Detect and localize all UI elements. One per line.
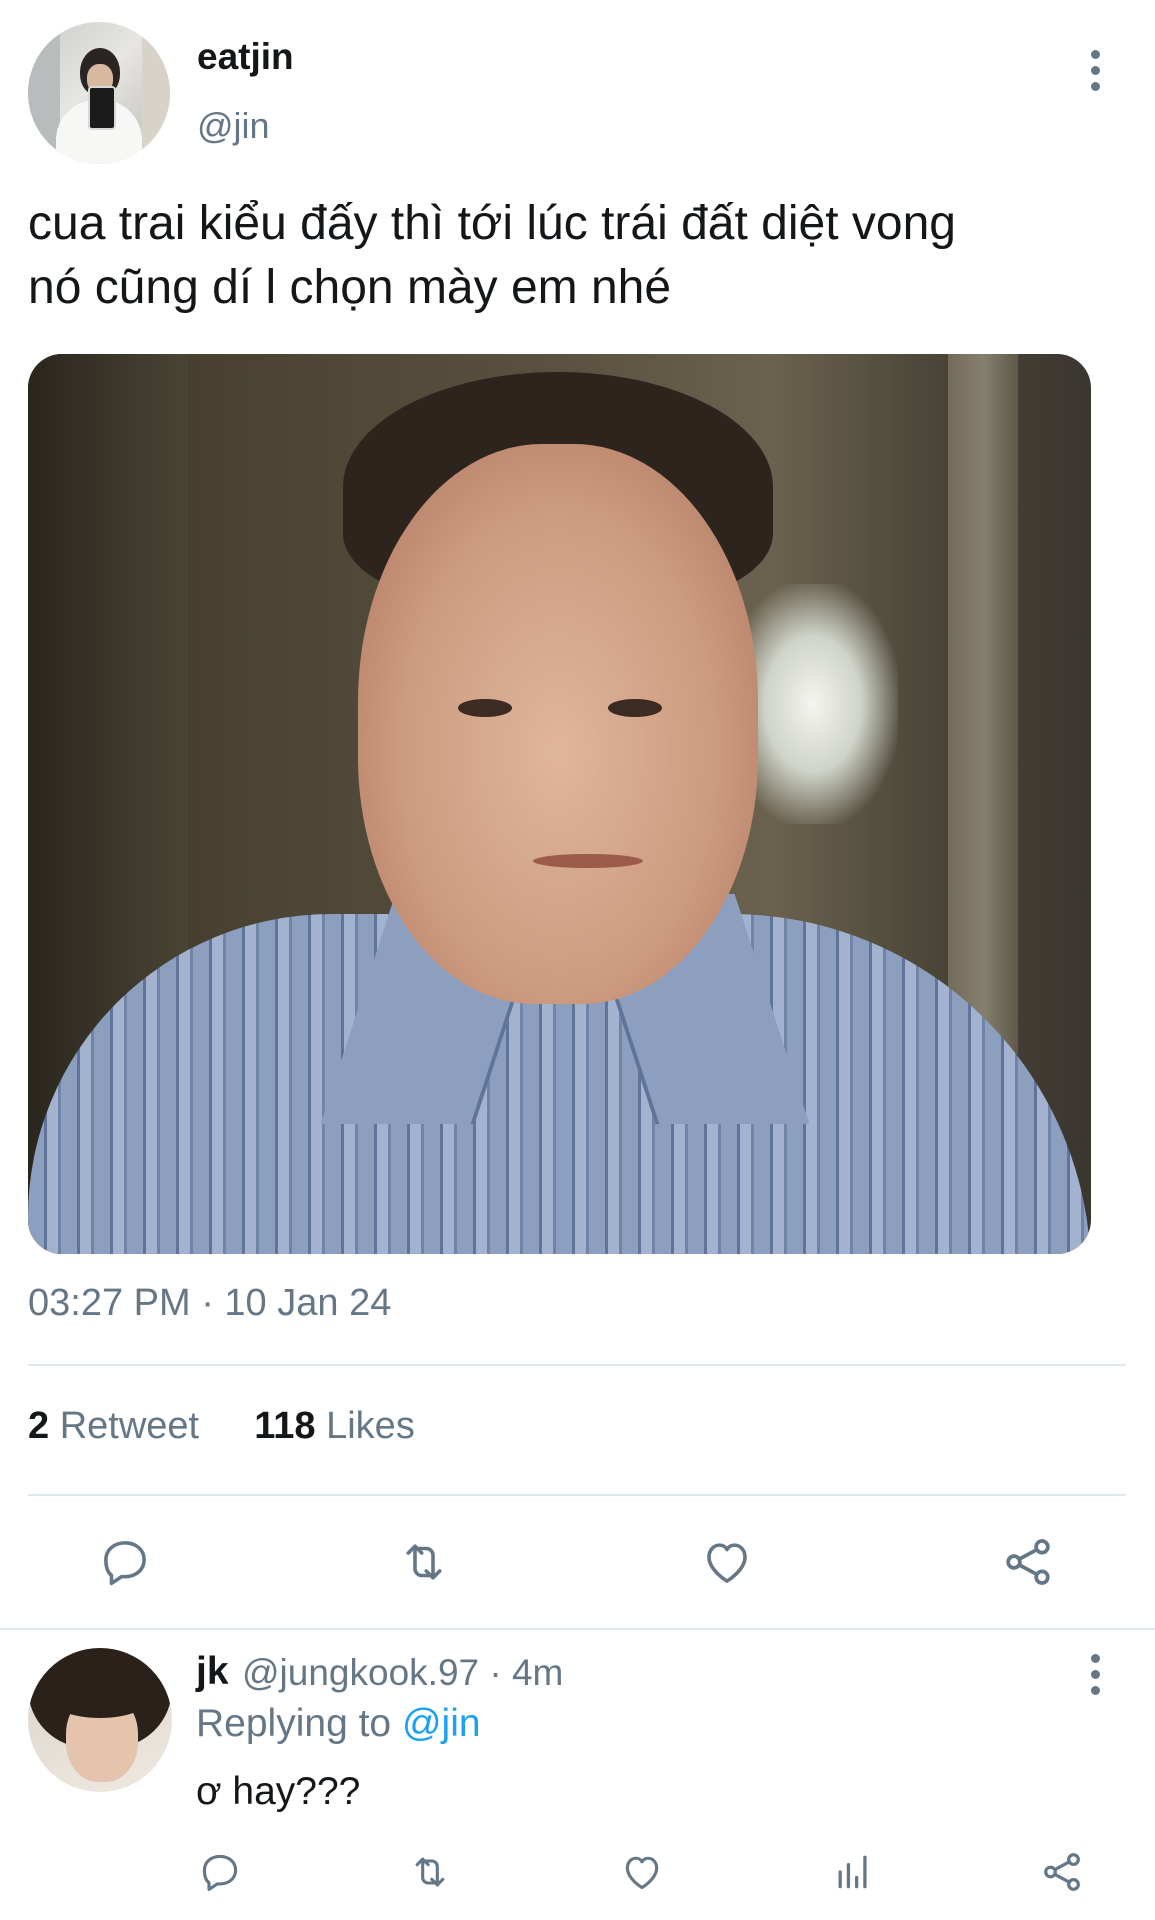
heart-icon[interactable] [697,1532,757,1592]
reply-author-name[interactable]: jk [196,1650,229,1694]
author-name[interactable]: eatjin [197,36,294,78]
divider [28,1364,1126,1366]
reply-share-icon[interactable] [1032,1842,1092,1902]
tweet-timestamp[interactable]: 03:27 PM · 10 Jan 24 [28,1282,391,1325]
retweet-stat[interactable]: 2 Retweet [28,1405,210,1447]
reply-retweet-icon[interactable] [400,1842,460,1902]
share-icon[interactable] [998,1532,1058,1592]
reply-reply-icon[interactable] [190,1842,250,1902]
reply-heart-icon[interactable] [612,1842,672,1902]
author-avatar[interactable] [28,22,170,164]
author-handle[interactable]: @jin [197,105,270,147]
divider [0,1628,1155,1630]
tweet-text-line-1: cua trai kiểu đấy thì tới lúc trái đất d… [28,197,956,250]
retweet-count: 2 [28,1405,50,1447]
retweet-label: Retweet [59,1405,200,1447]
replying-to-label: Replying to [196,1702,392,1745]
retweet-icon[interactable] [394,1532,454,1592]
reply-text: ơ hay??? [196,1770,361,1813]
more-options-icon[interactable] [1075,40,1115,100]
divider [28,1494,1126,1496]
replying-to-mention[interactable]: @jin [402,1702,481,1745]
reply-icon[interactable] [95,1532,155,1592]
tweet-text: cua trai kiểu đấy thì tới lúc trái đất d… [28,192,1118,320]
like-label: Likes [326,1405,415,1447]
tweet-media-image[interactable] [28,354,1091,1254]
tweet-text-line-2: nó cũng dí l chọn mày em nhé [28,261,672,314]
like-count: 118 [254,1405,316,1447]
likes-stat[interactable]: 118 Likes [254,1405,415,1447]
reply-author-meta[interactable]: @jungkook.97 · 4m [242,1652,563,1694]
reply-more-options-icon[interactable] [1075,1644,1115,1704]
tweet-stats: 2 Retweet 118 Likes [28,1405,415,1448]
replying-to: Replying to @jin [196,1702,481,1746]
reply-analytics-icon[interactable] [823,1842,883,1902]
reply-author-avatar[interactable] [28,1648,172,1792]
